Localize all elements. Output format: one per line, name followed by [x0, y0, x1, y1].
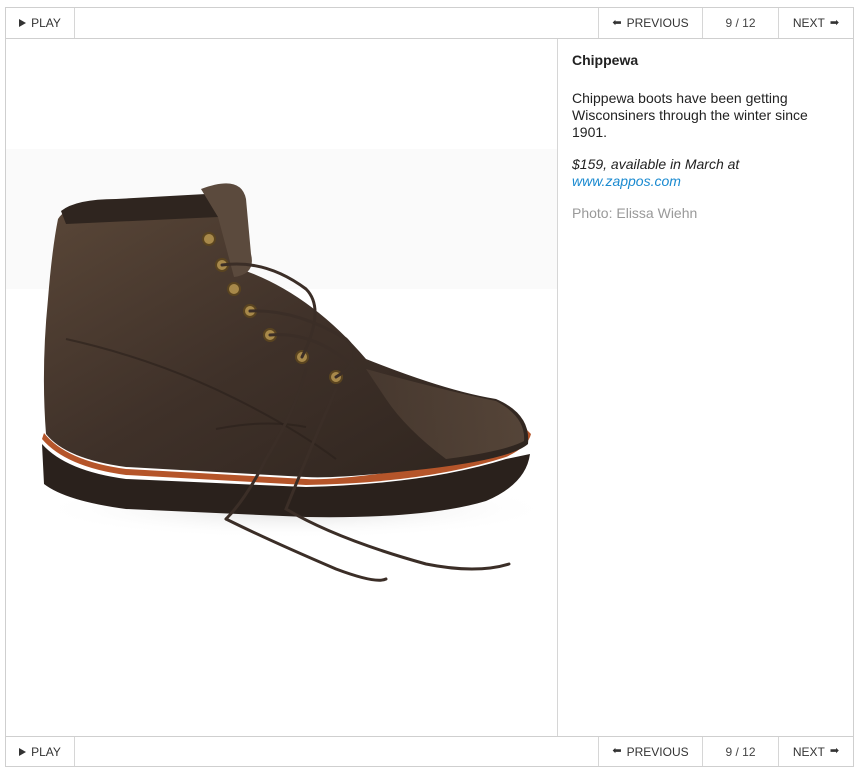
- previous-label: PREVIOUS: [626, 744, 689, 759]
- price-text: $159, available in March at: [572, 156, 740, 172]
- play-icon: [19, 747, 27, 756]
- bottom-control-bar: PLAY ⬅ PREVIOUS 9 / 12 NEXT ➡: [6, 736, 853, 766]
- next-label: NEXT: [792, 16, 825, 30]
- arrow-left-icon: ⬅: [612, 16, 622, 29]
- arrow-right-icon: ➡: [829, 745, 840, 757]
- play-button[interactable]: PLAY: [6, 737, 75, 766]
- bar-spacer: [75, 737, 598, 766]
- next-label: NEXT: [792, 744, 825, 759]
- slide-image: [6, 39, 558, 736]
- next-button[interactable]: NEXT ➡: [778, 8, 853, 38]
- previous-label: PREVIOUS: [626, 16, 689, 30]
- play-label: PLAY: [31, 16, 61, 30]
- play-icon: [19, 19, 27, 27]
- bar-spacer: [75, 8, 598, 38]
- slide-counter: 9 / 12: [702, 737, 778, 766]
- slide-caption: Chippewa Chippewa boots have been gettin…: [572, 52, 842, 222]
- arrow-right-icon: ➡: [829, 16, 840, 29]
- play-label: PLAY: [31, 744, 61, 759]
- next-button[interactable]: NEXT ➡: [778, 737, 853, 766]
- previous-button[interactable]: ⬅ PREVIOUS: [598, 8, 702, 38]
- slide-counter: 9 / 12: [702, 8, 778, 38]
- zappos-link[interactable]: www.zappos.com: [572, 173, 842, 190]
- previous-button[interactable]: ⬅ PREVIOUS: [598, 737, 702, 766]
- slide-description: Chippewa boots have been getting Wiscons…: [572, 90, 808, 140]
- slide-title: Chippewa: [572, 52, 639, 68]
- photo-credit: Photo: Elissa Wiehn: [572, 205, 698, 221]
- boot-illustration: [6, 149, 557, 582]
- slideshow-frame: PLAY ⬅ PREVIOUS 9 / 12 NEXT ➡ Chippewa C…: [5, 7, 854, 767]
- slide-content: Chippewa Chippewa boots have been gettin…: [6, 39, 853, 736]
- arrow-left-icon: ⬅: [612, 745, 622, 757]
- top-control-bar: PLAY ⬅ PREVIOUS 9 / 12 NEXT ➡: [6, 8, 853, 39]
- play-button[interactable]: PLAY: [6, 8, 75, 38]
